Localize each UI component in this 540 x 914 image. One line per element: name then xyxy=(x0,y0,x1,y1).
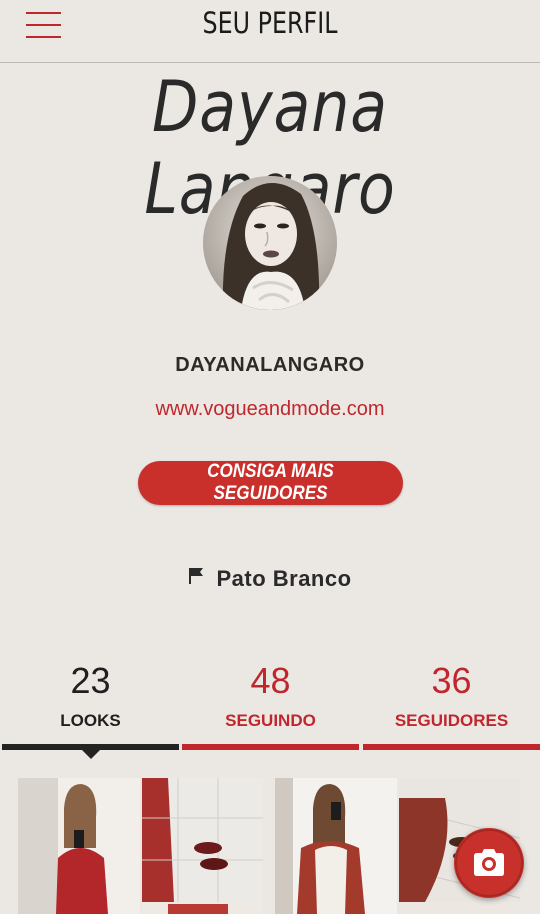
camera-icon[interactable] xyxy=(454,828,524,898)
flag-icon xyxy=(188,565,204,591)
looks-count: 23 xyxy=(70,660,111,701)
header-bar: SEU PERFIL xyxy=(0,0,540,63)
followers-count: 36 xyxy=(431,660,472,701)
active-tab-pointer xyxy=(82,750,100,759)
page-title: SEU PERFIL xyxy=(202,6,338,40)
location-label: Pato Branco xyxy=(216,566,352,591)
followers-label: SEGUIDORES xyxy=(394,711,509,730)
tab-followers[interactable]: 36 SEGUIDORES xyxy=(363,660,540,760)
tab-indicator xyxy=(182,744,359,750)
get-more-followers-button[interactable]: CONSIGA MAIS SEGUIDORES xyxy=(138,461,403,505)
looks-label: LOOKS xyxy=(60,711,121,730)
tab-indicator xyxy=(363,744,540,750)
tab-looks[interactable]: 23 LOOKS xyxy=(2,660,179,760)
location: Pato Branco xyxy=(0,566,540,592)
stats-tabs: 23 LOOKS 48 SEGUINDO 36 SEGUIDORES xyxy=(0,660,540,770)
get-more-followers-label: CONSIGA MAIS SEGUIDORES xyxy=(207,461,334,504)
tab-following[interactable]: 48 SEGUINDO xyxy=(182,660,359,760)
following-label: SEGUINDO xyxy=(225,711,316,730)
avatar xyxy=(203,176,337,310)
following-count: 48 xyxy=(250,660,291,701)
website-link[interactable]: www.vogueandmode.com xyxy=(0,398,540,421)
look-thumbnail[interactable] xyxy=(18,778,263,914)
username: DAYANALANGARO xyxy=(175,354,365,376)
